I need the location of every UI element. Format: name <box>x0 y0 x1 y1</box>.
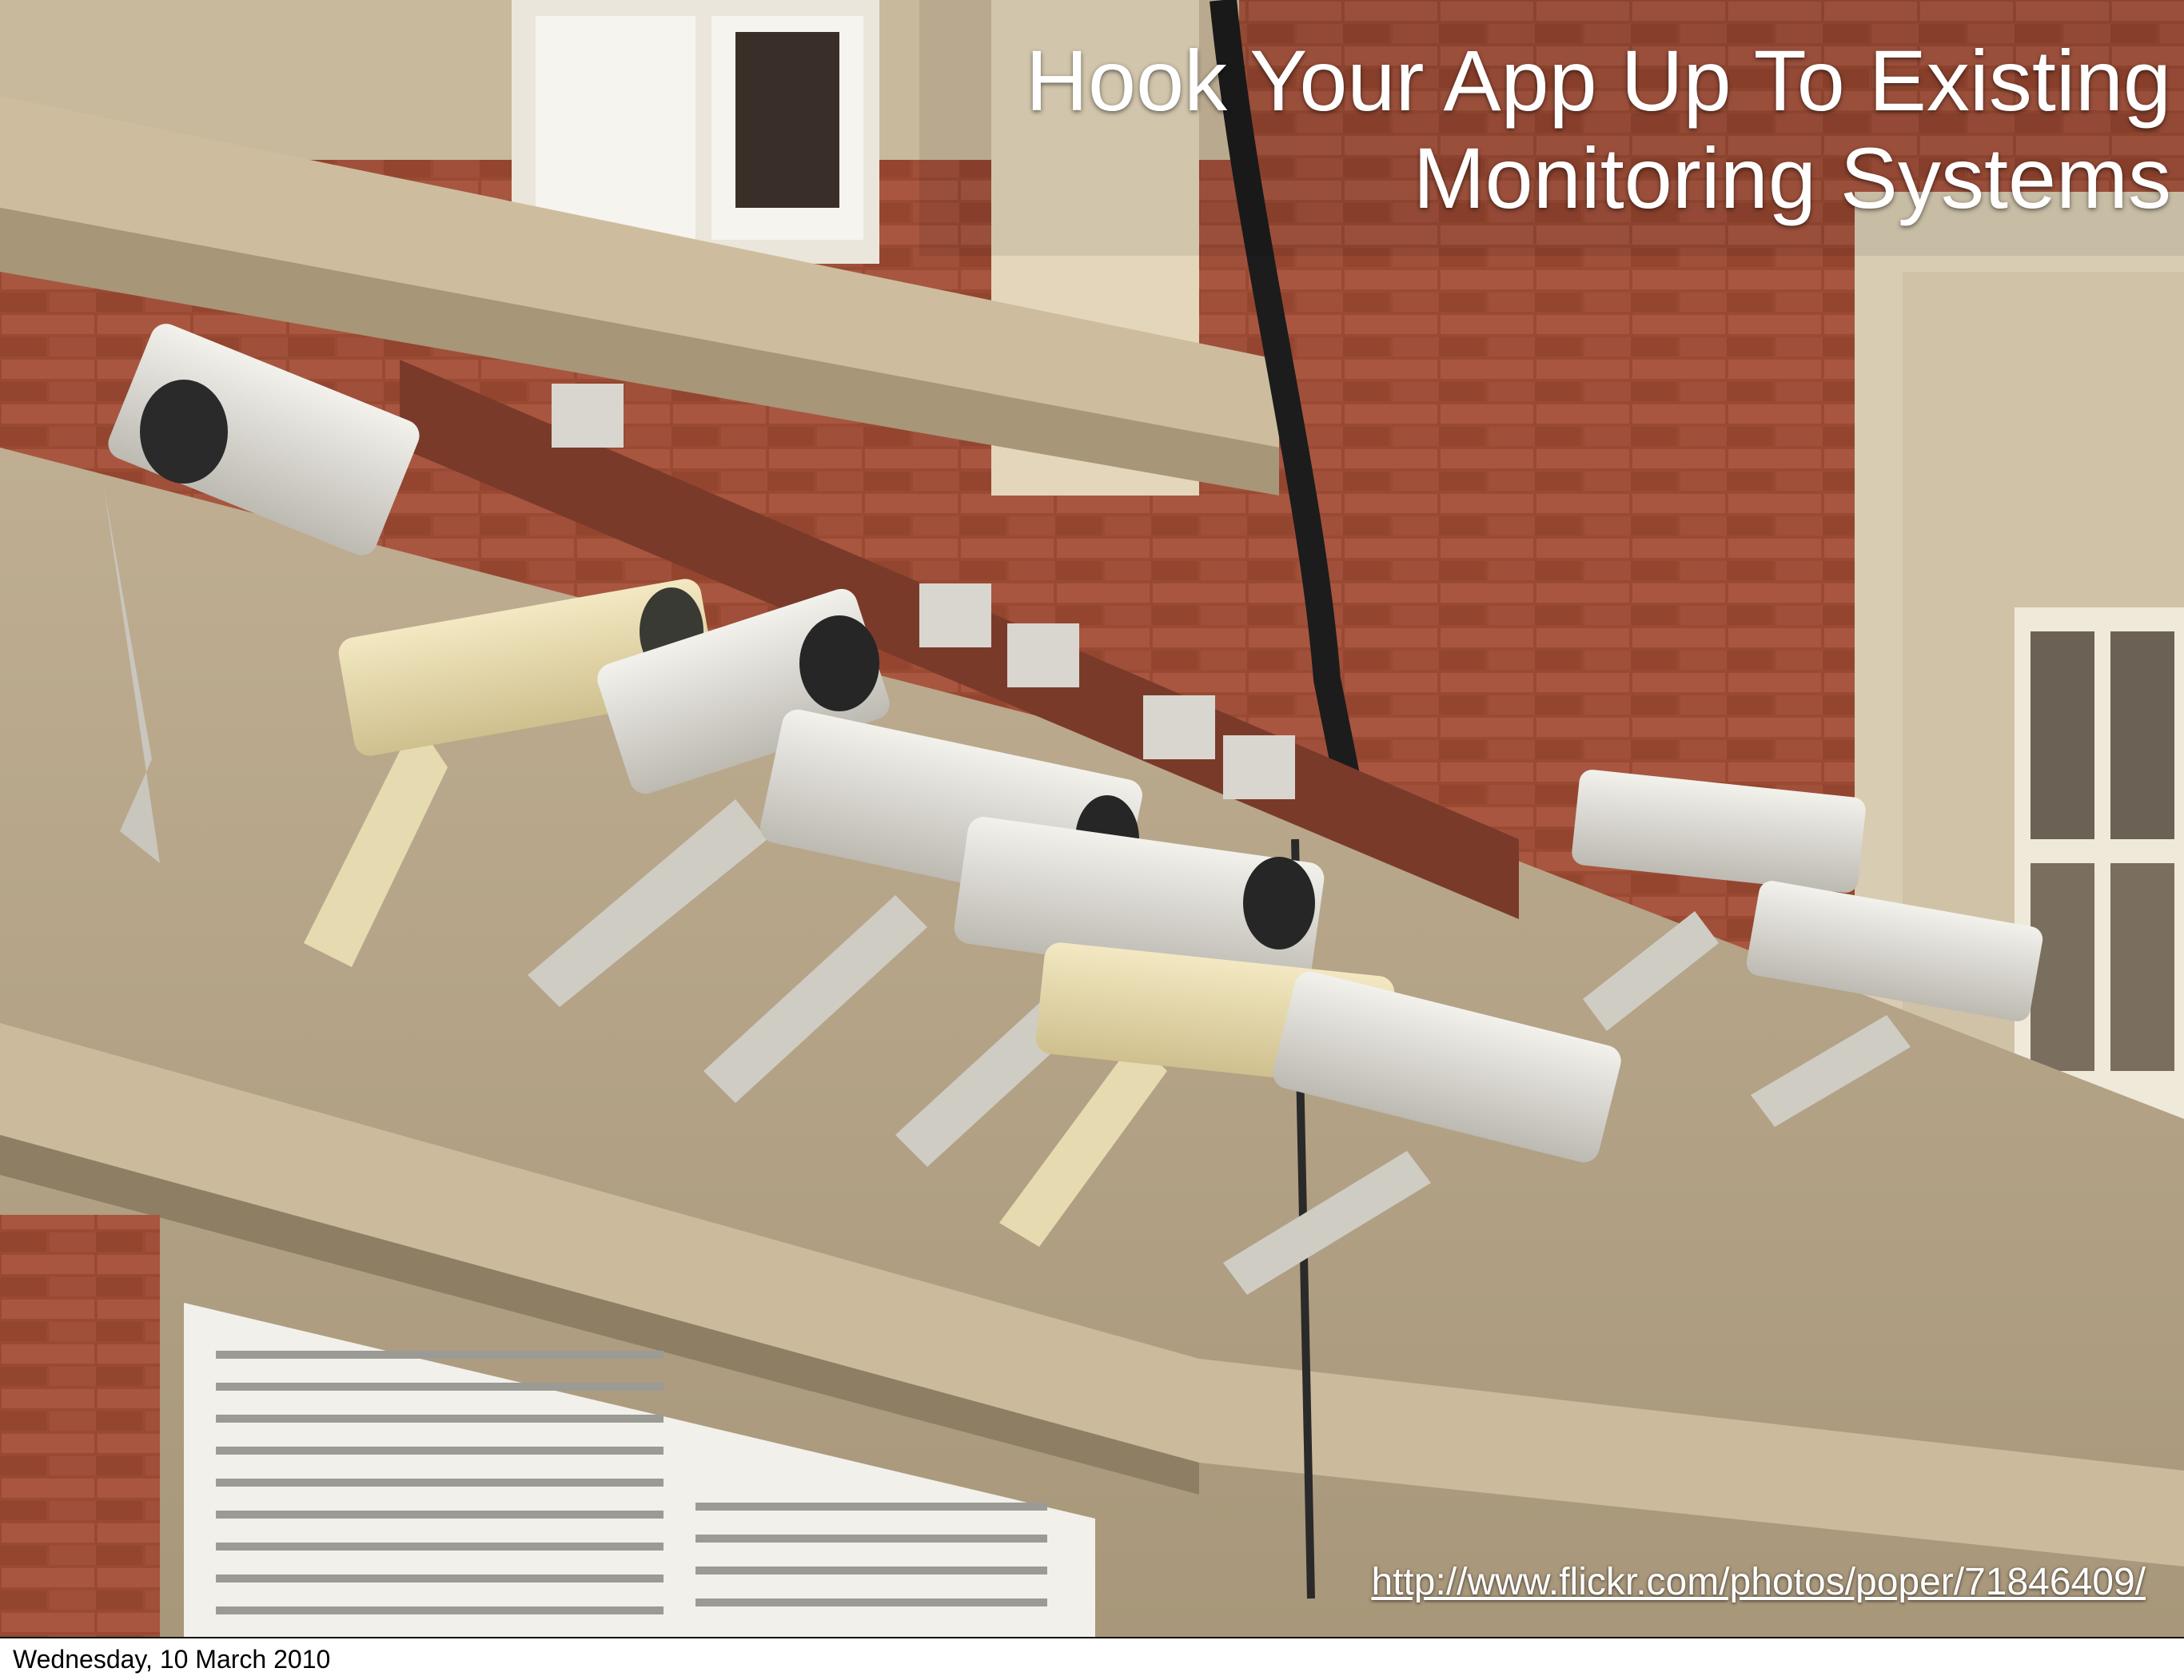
photo-credit-link[interactable]: http://www.flickr.com/photos/poper/71846… <box>1371 1560 2146 1604</box>
security-cameras-photo <box>0 0 2184 1637</box>
slide-title: Hook Your App Up To Existing Monitoring … <box>1026 32 2171 226</box>
footer-date: Wednesday, 10 March 2010 <box>13 1645 331 1674</box>
footer-bar: Wednesday, 10 March 2010 <box>0 1637 2184 1680</box>
slide: Hook Your App Up To Existing Monitoring … <box>0 0 2184 1637</box>
